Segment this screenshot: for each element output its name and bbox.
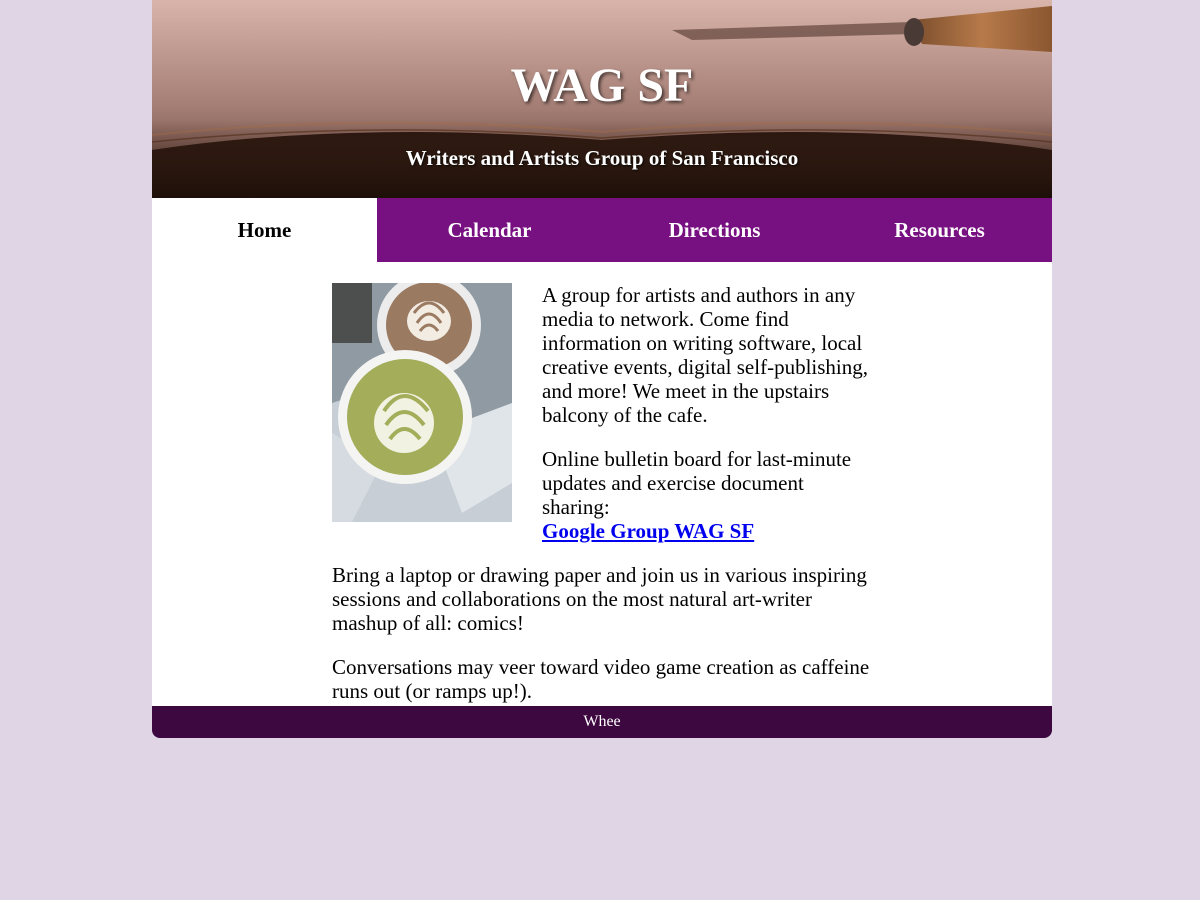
nav-tab-resources[interactable]: Resources: [827, 198, 1052, 262]
site-subtitle: Writers and Artists Group of San Francis…: [405, 146, 799, 170]
main-nav: Home Calendar Directions Resources: [152, 198, 1052, 262]
nav-tab-home[interactable]: Home: [152, 198, 377, 262]
content-column: A group for artists and authors in any m…: [332, 283, 872, 723]
header-banner: WAG SF Writers and Artists Group of San …: [152, 0, 1052, 198]
page-container: WAG SF Writers and Artists Group of San …: [152, 0, 1052, 738]
closing-paragraph: Conversations may veer toward video game…: [332, 655, 870, 703]
nav-tab-calendar[interactable]: Calendar: [377, 198, 602, 262]
session-paragraph: Bring a laptop or drawing paper and join…: [332, 563, 867, 635]
main-content: A group for artists and authors in any m…: [152, 262, 1052, 706]
nav-tab-directions[interactable]: Directions: [602, 198, 827, 262]
google-group-link[interactable]: Google Group WAG SF: [542, 519, 754, 543]
site-title: WAG SF: [510, 59, 694, 112]
bulletin-text: Online bulletin board for last-minute up…: [542, 447, 852, 519]
latte-cups-photo: [332, 283, 512, 522]
